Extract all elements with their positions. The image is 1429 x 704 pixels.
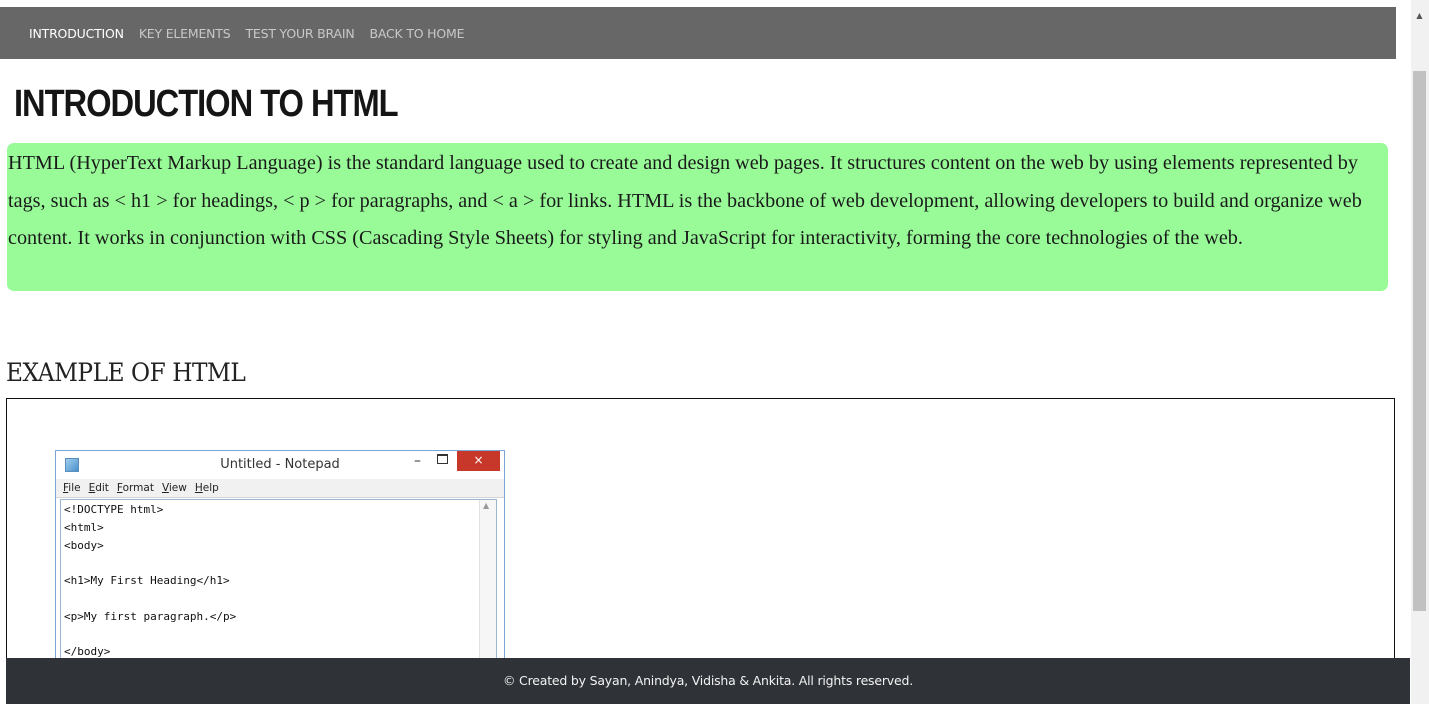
notepad-menu-edit: Edit — [88, 482, 109, 494]
nav-key-elements[interactable]: KEY ELEMENTS — [139, 26, 231, 41]
notepad-editor: <!DOCTYPE html> <html> <body> <h1>My Fir… — [60, 499, 497, 667]
minimize-icon: – — [414, 453, 421, 469]
footer: © Created by Sayan, Anindya, Vidisha & A… — [6, 658, 1410, 704]
notepad-screenshot: Untitled - Notepad – × File Edit Format … — [55, 450, 505, 667]
notepad-menu-view: View — [161, 482, 187, 494]
close-icon: × — [457, 451, 500, 471]
notepad-menubar: File Edit Format View Help — [56, 479, 504, 498]
top-strip — [0, 0, 1411, 7]
intro-paragraph: HTML (HyperText Markup Language) is the … — [7, 143, 1388, 291]
nav-test-your-brain[interactable]: TEST YOUR BRAIN — [245, 26, 354, 41]
maximize-icon — [437, 454, 448, 464]
scroll-up-arrow-icon[interactable]: ▲ — [1413, 11, 1426, 21]
page-title: INTRODUCTION TO HTML — [14, 83, 399, 125]
nav-introduction[interactable]: INTRODUCTION — [29, 26, 124, 41]
scrollbar-thumb[interactable] — [1413, 71, 1426, 611]
nav-back-to-home[interactable]: BACK TO HOME — [370, 26, 465, 41]
top-navbar: INTRODUCTION KEY ELEMENTS TEST YOUR BRAI… — [0, 7, 1396, 59]
notepad-titlebar: Untitled - Notepad – × — [56, 451, 504, 479]
notepad-menu-format: Format — [116, 482, 154, 494]
notepad-menu-file: File — [63, 482, 81, 494]
notepad-code: <!DOCTYPE html> <html> <body> <h1>My Fir… — [64, 503, 237, 659]
example-image-frame: Untitled - Notepad – × File Edit Format … — [6, 398, 1395, 668]
example-heading: EXAMPLE OF HTML — [6, 358, 246, 387]
footer-text: © Created by Sayan, Anindya, Vidisha & A… — [502, 673, 913, 688]
notepad-menu-help: Help — [194, 482, 219, 494]
chevron-up-icon: ▲ — [483, 501, 490, 510]
notepad-scrollbar: ▲ — [479, 500, 496, 667]
